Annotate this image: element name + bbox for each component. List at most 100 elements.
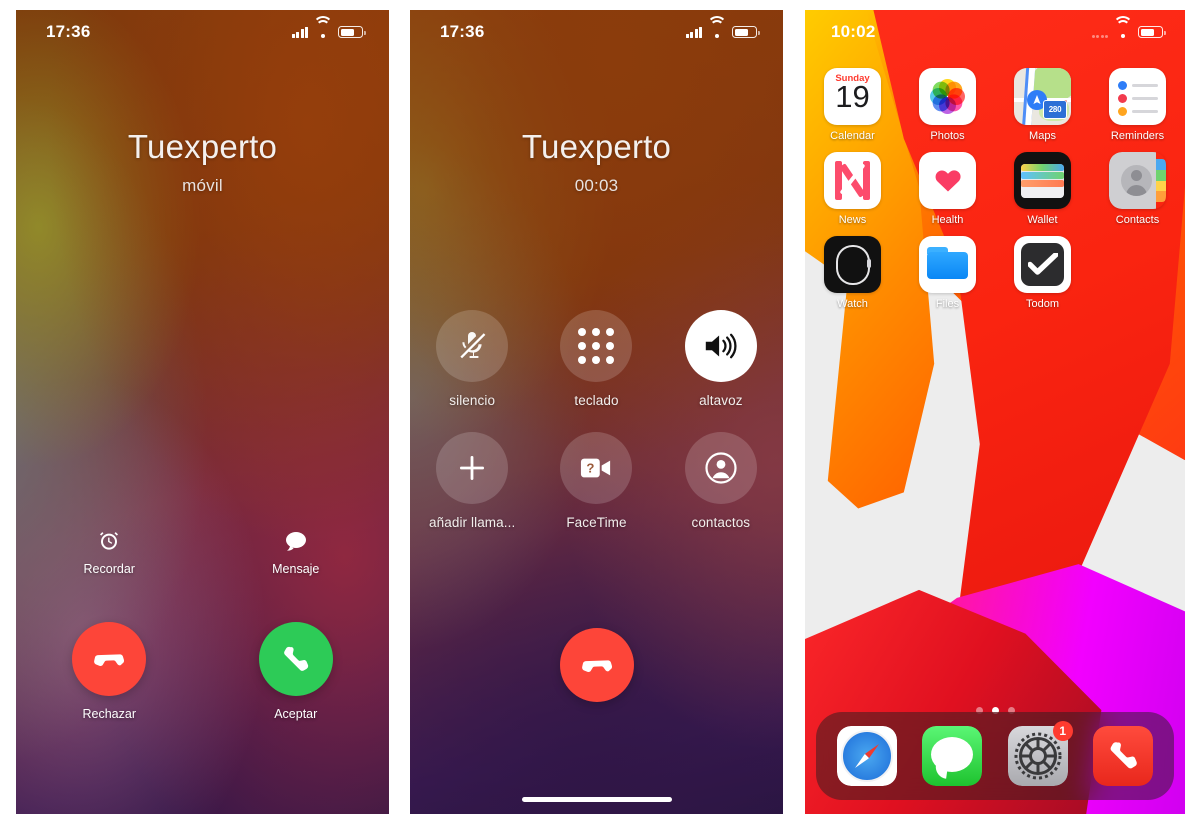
- reminder-item: [1118, 81, 1158, 90]
- dock-app-safari[interactable]: [836, 726, 897, 786]
- news-n-glyph: [833, 161, 872, 200]
- safari-icon: [836, 726, 897, 786]
- in-call-controls-row-1: silencio teclado altavoz: [410, 310, 783, 408]
- wallet-cards: [1021, 164, 1064, 198]
- decline-call-label: Rechazar: [82, 707, 137, 721]
- mute-button[interactable]: silencio: [410, 310, 534, 408]
- cellular-signal-dim-icon: [1091, 27, 1108, 38]
- status-bar-time: 10:02: [831, 22, 876, 41]
- dock-app-messages[interactable]: [922, 726, 983, 786]
- app-watch[interactable]: Watch: [805, 236, 900, 310]
- accept-call-button[interactable]: Aceptar: [203, 622, 390, 721]
- battery-icon: [338, 26, 366, 38]
- end-call-button[interactable]: [559, 628, 634, 702]
- phone-icon: [1093, 726, 1154, 786]
- caller-name: Tuexperto: [521, 128, 672, 165]
- message-label: Mensaje: [272, 562, 320, 576]
- phone-home-screen: 10:02 Sunday 19 Calendar Photos 280 Maps…: [805, 10, 1185, 814]
- speaker-button[interactable]: altavoz: [659, 310, 783, 408]
- wallet-icon: [1014, 152, 1071, 209]
- speaker-label: altavoz: [699, 393, 743, 408]
- message-button[interactable]: Mensaje: [203, 528, 390, 576]
- dock-app-phone[interactable]: [1093, 726, 1154, 786]
- app-reminders[interactable]: Reminders: [1090, 68, 1185, 142]
- accept-call-icon: [258, 622, 333, 696]
- status-bar-indicators: [291, 16, 366, 38]
- remind-me-button[interactable]: Recordar: [16, 528, 203, 576]
- plus-icon: [436, 432, 509, 504]
- contacts-tabs: [1156, 159, 1166, 202]
- speaker-icon: [684, 310, 757, 382]
- app-label: Contacts: [1115, 214, 1160, 226]
- contacts-avatar: [1121, 165, 1152, 196]
- route-number: 280: [1048, 105, 1062, 114]
- calendar-icon: Sunday 19: [824, 68, 881, 125]
- status-bar: 17:36: [410, 10, 783, 54]
- facetime-label: FaceTime: [566, 515, 627, 530]
- in-call-controls-row-2: añadir llama... ? FaceTime contactos: [410, 432, 783, 530]
- keypad-icon: [560, 310, 633, 382]
- caller-name: Tuexperto: [127, 128, 278, 165]
- decline-call-icon: [72, 622, 147, 696]
- calendar-date: 19: [835, 79, 870, 114]
- watch-outline: [835, 244, 870, 285]
- battery-icon: [732, 26, 760, 38]
- app-row: Sunday 19 Calendar Photos 280 Maps Remin…: [805, 68, 1185, 142]
- add-call-button[interactable]: añadir llama...: [410, 432, 534, 530]
- messages-icon: [922, 726, 983, 786]
- app-files[interactable]: Files: [900, 236, 995, 310]
- app-row: Watch Files Todom: [805, 236, 1185, 310]
- app-news[interactable]: News: [805, 152, 900, 226]
- todom-icon: [1014, 236, 1071, 293]
- news-icon: [824, 152, 881, 209]
- app-todom[interactable]: Todom: [995, 236, 1090, 310]
- app-label: Maps: [1029, 130, 1056, 142]
- contacts-label: contactos: [691, 515, 751, 530]
- dock-app-settings[interactable]: 1: [1007, 721, 1073, 786]
- app-wallet[interactable]: Wallet: [995, 152, 1090, 226]
- wifi-icon: [707, 16, 727, 38]
- contacts-button[interactable]: contactos: [659, 432, 783, 530]
- remind-me-label: Recordar: [83, 562, 135, 576]
- cellular-signal-icon: [291, 26, 308, 38]
- app-label: Wallet: [1027, 214, 1058, 226]
- app-row: News Health Wallet Contacts: [805, 152, 1185, 226]
- watch-crown: [867, 259, 871, 268]
- folder-body: [927, 252, 968, 279]
- app-photos[interactable]: Photos: [900, 68, 995, 142]
- photos-flower: [919, 68, 976, 125]
- facetime-video-icon: ?: [560, 432, 633, 504]
- status-bar-indicators: [685, 16, 760, 38]
- cellular-signal-icon: [685, 26, 702, 38]
- app-contacts[interactable]: Contacts: [1090, 152, 1185, 226]
- svg-text:?: ?: [587, 461, 595, 476]
- heart-glyph: [935, 169, 961, 192]
- home-indicator[interactable]: [521, 797, 672, 802]
- app-calendar[interactable]: Sunday 19 Calendar: [805, 68, 900, 142]
- phone-active-call-screen: 17:36 Tuexperto 00:03 silencio teclado a…: [410, 10, 783, 814]
- app-label: Calendar: [830, 130, 875, 142]
- mute-label: silencio: [449, 393, 496, 408]
- files-icon: [919, 236, 976, 293]
- facetime-button[interactable]: ? FaceTime: [534, 432, 658, 530]
- decline-call-button[interactable]: Rechazar: [16, 622, 203, 721]
- reminder-item: [1118, 94, 1158, 103]
- app-maps[interactable]: 280 Maps: [995, 68, 1090, 142]
- app-label: Todom: [1025, 298, 1060, 310]
- app-label: Watch: [837, 298, 868, 310]
- keypad-button[interactable]: teclado: [534, 310, 658, 408]
- alarm-clock-icon: [16, 528, 203, 554]
- status-bar: 17:36: [16, 10, 389, 54]
- app-health[interactable]: Health: [900, 152, 995, 226]
- microphone-muted-icon: [436, 310, 509, 382]
- dock: 1: [816, 712, 1174, 800]
- health-icon: [919, 152, 976, 209]
- reminders-icon: [1109, 68, 1166, 125]
- caller-subtitle: móvil: [182, 176, 223, 195]
- contacts-icon: [1109, 152, 1166, 209]
- maps-icon: 280: [1014, 68, 1071, 125]
- app-label: Health: [931, 214, 964, 226]
- status-bar: 10:02: [805, 10, 1185, 54]
- wifi-icon: [1113, 16, 1133, 38]
- incoming-call-answer-actions: Rechazar Aceptar: [16, 622, 389, 721]
